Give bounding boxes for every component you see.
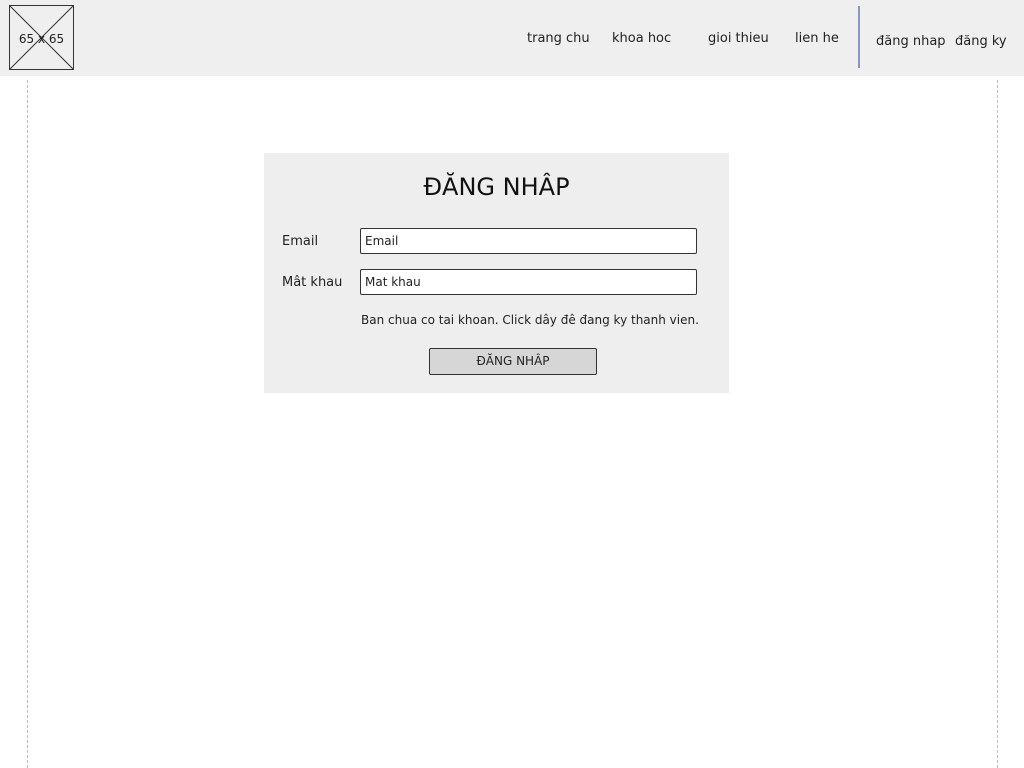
logo-placeholder-image: 65 x 65	[9, 5, 74, 70]
nav-link-about[interactable]: gioi thieu	[708, 31, 769, 46]
email-field[interactable]	[360, 228, 697, 254]
nav-link-register[interactable]: đăng ky	[955, 34, 1007, 49]
login-title: ĐĂNG NHÂP	[423, 173, 570, 201]
login-button[interactable]: ĐĂNG NHÂP	[429, 348, 597, 375]
login-panel: ĐĂNG NHÂP Email Mât khau Ban chua co tai…	[264, 153, 729, 393]
right-layout-guide	[997, 80, 998, 768]
nav-link-courses[interactable]: khoa hoc	[612, 31, 671, 46]
register-link[interactable]: Ban chua co tai khoan. Click dây đê đang…	[361, 313, 699, 327]
password-label: Mât khau	[282, 275, 343, 290]
header-bar: 65 x 65 trang chu khoa hoc gioi thieu li…	[0, 0, 1024, 76]
nav-link-contact[interactable]: lien he	[795, 31, 839, 46]
left-layout-guide	[27, 80, 28, 768]
password-field[interactable]	[360, 269, 697, 295]
nav-divider	[858, 6, 860, 68]
logo-placeholder-label: 65 x 65	[18, 32, 65, 46]
email-label: Email	[282, 234, 319, 249]
nav-link-home[interactable]: trang chu	[527, 31, 590, 46]
nav-link-login[interactable]: đăng nhap	[876, 34, 946, 49]
